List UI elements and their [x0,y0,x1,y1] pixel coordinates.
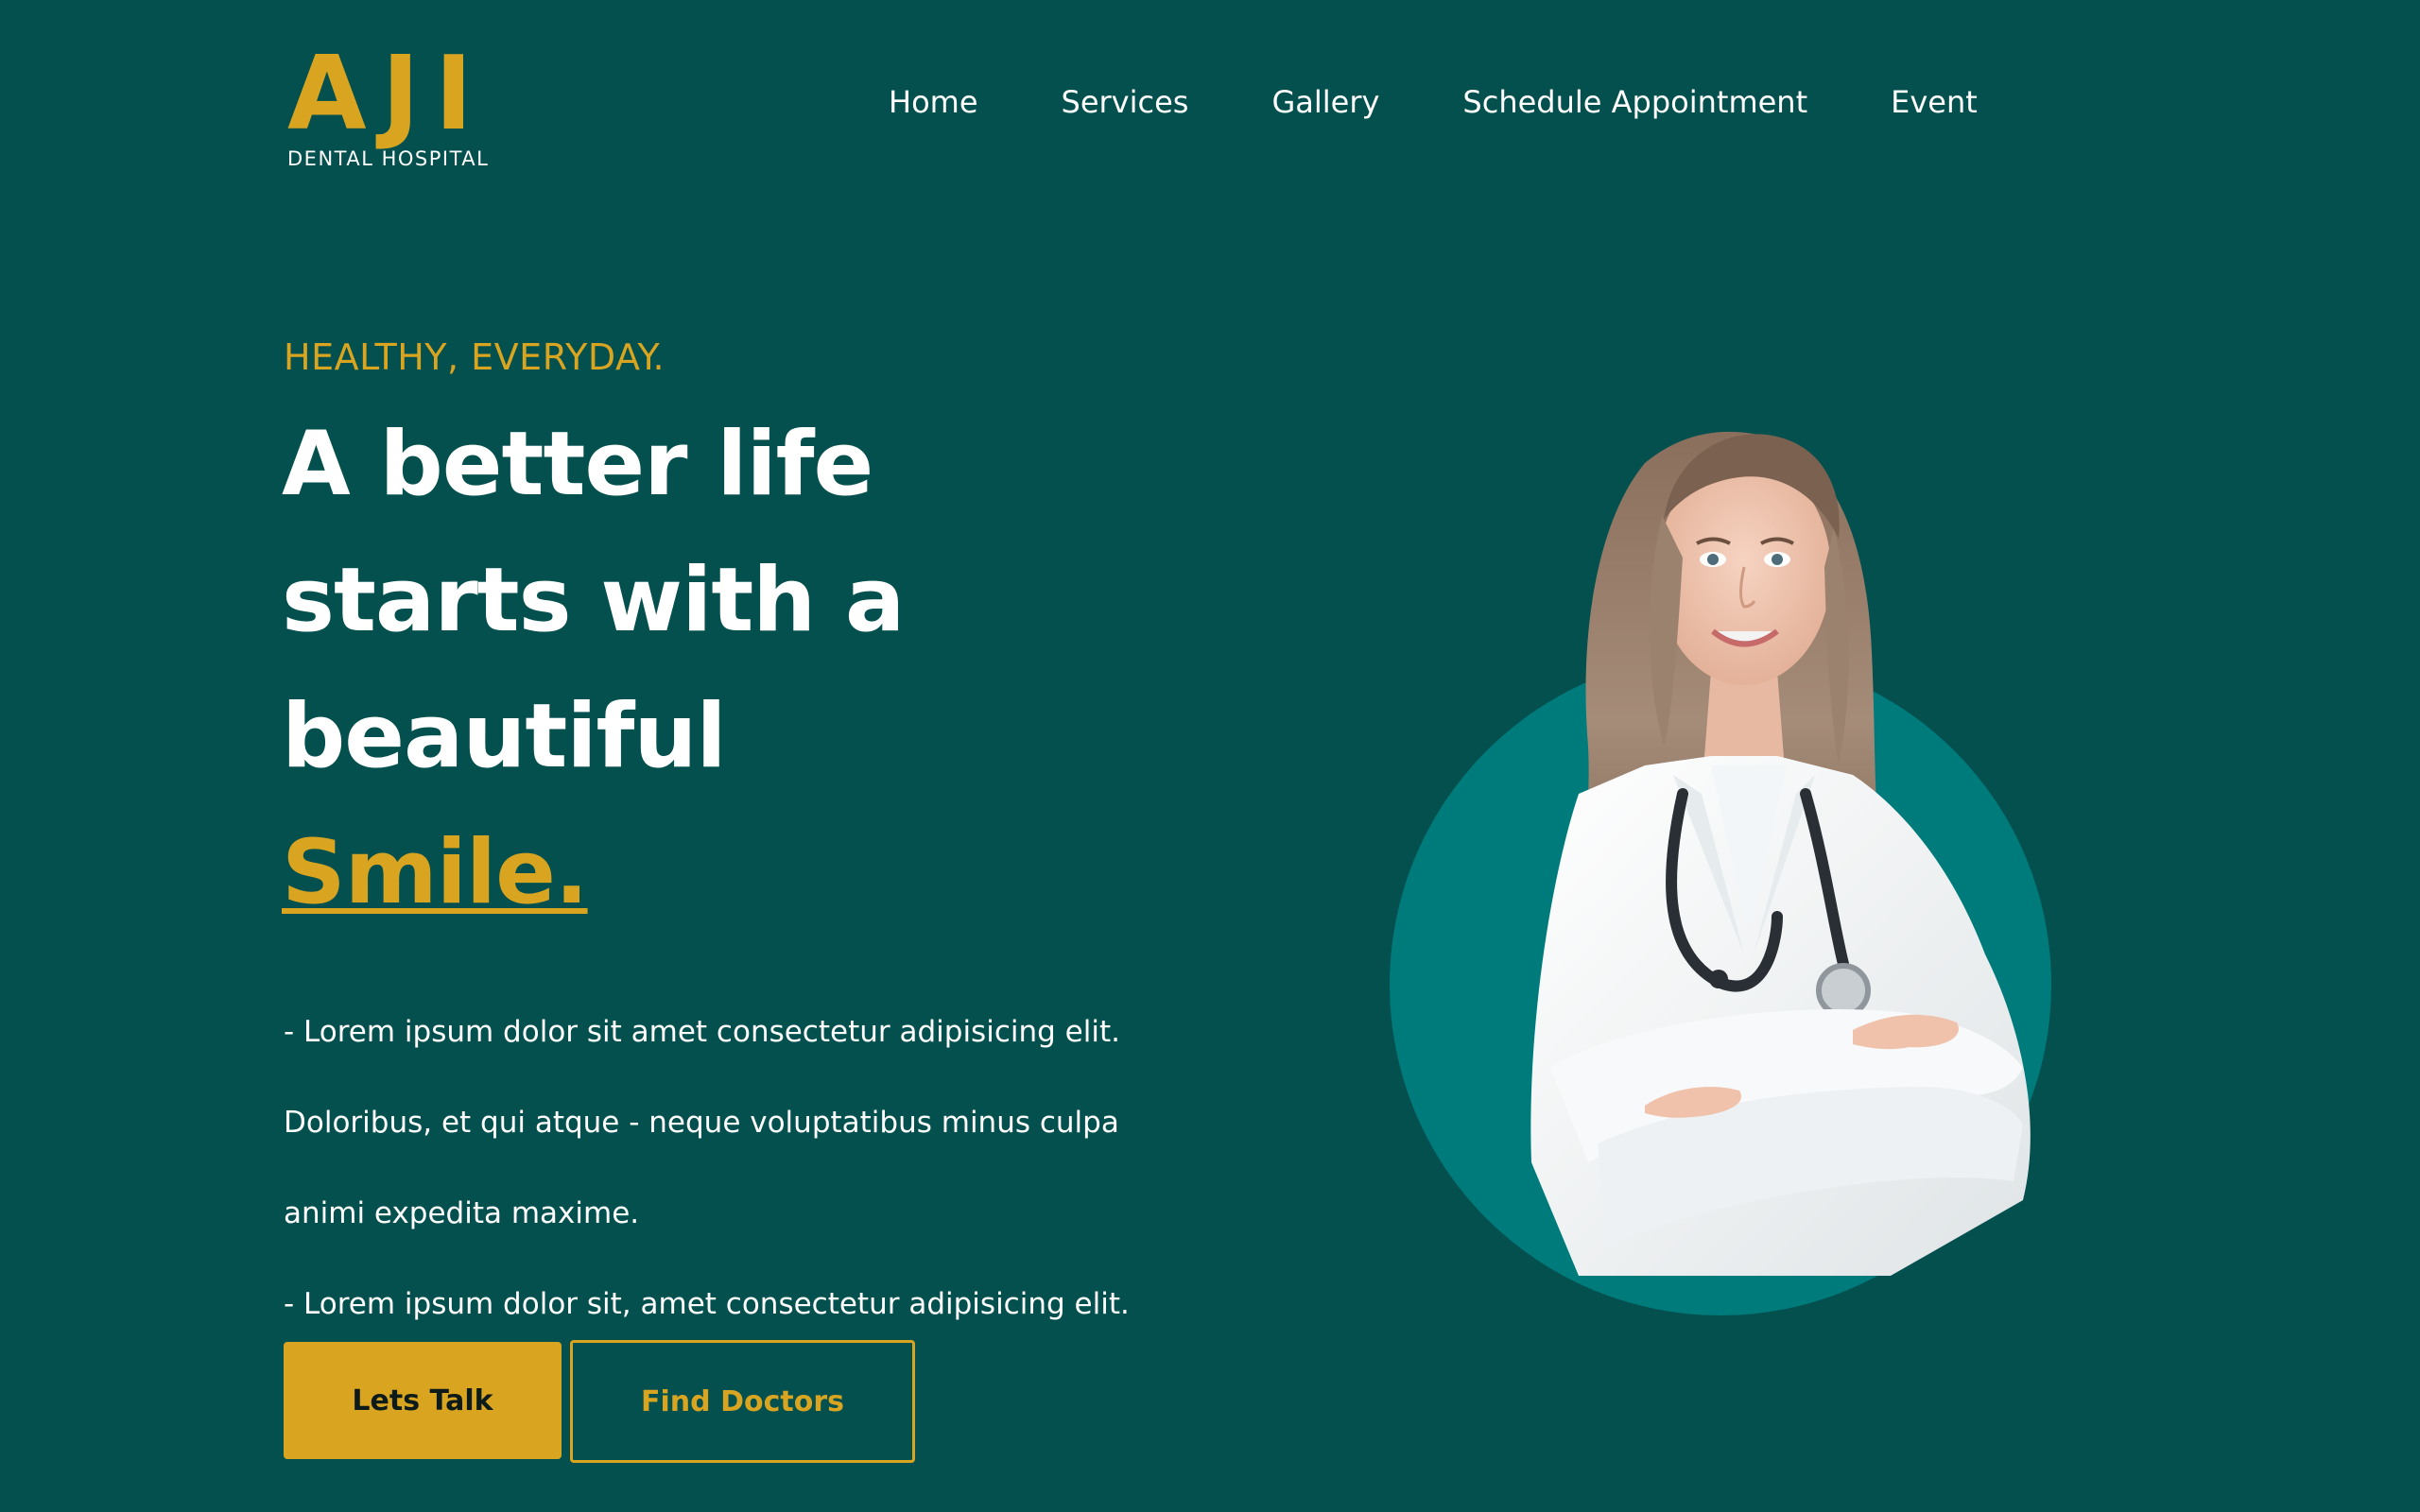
description-line-2: Doloribus, et qui atque - neque voluptat… [284,1106,1119,1140]
lets-talk-button[interactable]: Lets Talk [284,1342,562,1459]
brand-mark: AJI [287,35,488,153]
nav-item-schedule-appointment[interactable]: Schedule Appointment [1462,84,1807,120]
hero-description: - Lorem ipsum dolor sit amet consectetur… [284,987,1191,1349]
description-line-3: animi expedita maxime. [284,1196,640,1230]
hero-headline: A better life starts with a beautiful Sm… [282,397,1000,941]
hero-eyebrow: HEALTHY, EVERYDAY. [284,336,666,378]
hero-visual [1361,350,2061,1332]
nav-item-gallery[interactable]: Gallery [1271,84,1379,120]
brand-logo[interactable]: AJI DENTAL HOSPITAL [287,35,514,171]
nav-item-home[interactable]: Home [889,84,978,120]
headline-line-2: starts with a [282,549,905,652]
description-line-4: - Lorem ipsum dolor sit, amet consectetu… [284,1287,1130,1321]
nav-item-event[interactable]: Event [1891,84,1978,120]
main-nav: Home Services Gallery Schedule Appointme… [889,76,1978,129]
brand-subtitle: DENTAL HOSPITAL [287,147,490,170]
nav-item-services[interactable]: Services [1062,84,1189,120]
doctor-portrait-image [1390,431,2051,1315]
find-doctors-button[interactable]: Find Doctors [570,1340,915,1463]
headline-accent: Smile. [282,821,589,924]
description-line-1: - Lorem ipsum dolor sit amet consectetur… [284,1015,1120,1049]
headline-line-3: beautiful [282,685,727,788]
headline-line-1: A better life [282,413,873,516]
